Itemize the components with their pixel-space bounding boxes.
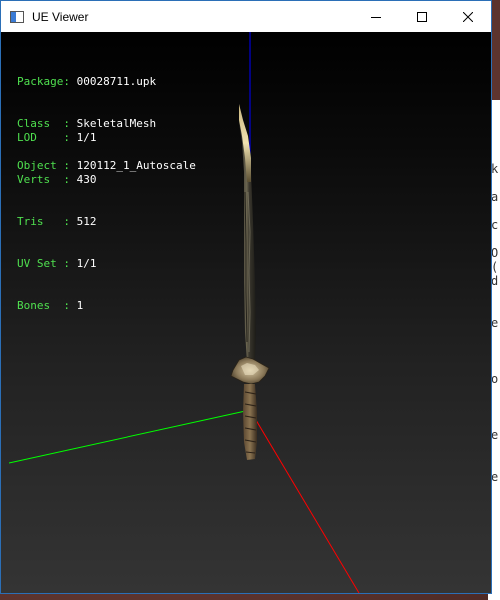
mesh-stats: LOD : 1/1 Verts : 430 Tris : 512 UV Set … bbox=[17, 103, 96, 341]
background-text: e bbox=[491, 316, 499, 330]
title-bar[interactable]: UE Viewer bbox=[1, 1, 491, 32]
stat-row-verts: Verts : 430 bbox=[17, 173, 96, 187]
window-title: UE Viewer bbox=[32, 9, 89, 24]
stat-separator: : bbox=[63, 299, 77, 312]
app-icon[interactable] bbox=[10, 10, 24, 23]
info-separator: : bbox=[63, 75, 77, 88]
stat-row-bones: Bones : 1 bbox=[17, 299, 96, 313]
ue-viewer-window: UE Viewer Package: 00028711.upk Class: … bbox=[0, 0, 492, 594]
stat-label: Bones bbox=[17, 299, 64, 312]
stat-row-tris: Tris : 512 bbox=[17, 215, 96, 229]
stat-separator: : bbox=[63, 173, 77, 186]
stat-value: 1/1 bbox=[76, 131, 97, 144]
background-text: o bbox=[491, 372, 499, 386]
stat-label: LOD bbox=[17, 131, 64, 144]
sword-model bbox=[230, 104, 270, 460]
stat-row-uvset: UV Set : 1/1 bbox=[17, 257, 96, 271]
stat-separator: : bbox=[63, 131, 77, 144]
x-axis bbox=[249, 409, 360, 593]
stat-value: 1 bbox=[76, 299, 84, 312]
stat-label: Tris bbox=[17, 215, 64, 228]
background-text: c bbox=[491, 218, 499, 232]
background-text: e bbox=[491, 470, 499, 484]
background-text: a bbox=[491, 190, 499, 204]
stat-separator: : bbox=[63, 215, 77, 228]
maximize-icon bbox=[417, 11, 427, 22]
background-text: e bbox=[491, 428, 499, 442]
stat-value: 512 bbox=[76, 215, 97, 228]
stat-value: 1/1 bbox=[76, 257, 97, 270]
stat-label: Verts bbox=[17, 173, 64, 186]
3d-viewport[interactable]: Package: 00028711.upk Class : SkeletalMe… bbox=[1, 32, 491, 593]
minimize-button[interactable] bbox=[353, 1, 399, 32]
stat-separator: : bbox=[63, 257, 77, 270]
close-icon bbox=[463, 11, 473, 22]
window-controls bbox=[353, 1, 491, 32]
background-text: O bbox=[491, 246, 499, 260]
minimize-icon bbox=[371, 16, 381, 18]
stat-value: 430 bbox=[76, 173, 97, 186]
info-value: 00028711.upk bbox=[76, 75, 157, 88]
info-row-package: Package: 00028711.upk bbox=[17, 75, 196, 89]
y-axis bbox=[8, 409, 251, 464]
info-label: Package bbox=[17, 75, 64, 88]
close-button[interactable] bbox=[445, 1, 491, 32]
maximize-button[interactable] bbox=[399, 1, 445, 32]
background-text: d bbox=[491, 274, 499, 288]
background-text: k bbox=[491, 162, 499, 176]
stat-label: UV Set bbox=[17, 257, 64, 270]
background-text: ( bbox=[491, 260, 499, 274]
stat-row-lod: LOD : 1/1 bbox=[17, 131, 96, 145]
